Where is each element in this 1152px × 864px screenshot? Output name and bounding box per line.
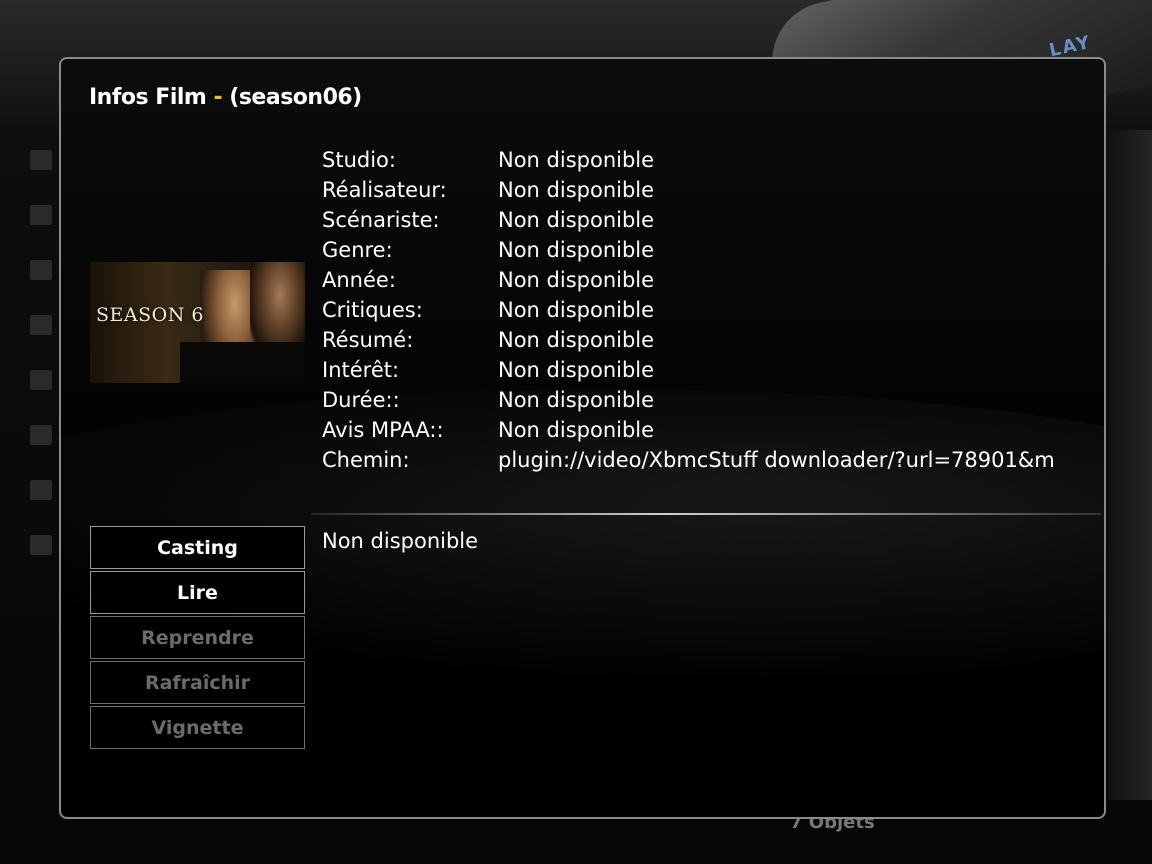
detail-value: plugin://video/XbmcStuff downloader/?url… (498, 448, 1055, 472)
detail-label: Genre: (322, 238, 393, 262)
details-list: Studio: Non disponible Réalisateur: Non … (322, 145, 1082, 475)
detail-label: Chemin: (322, 448, 410, 472)
dialog-title: Infos Film - (season06) (89, 85, 362, 110)
detail-label: Année: (322, 268, 396, 292)
detail-row-interest: Intérêt: Non disponible (322, 355, 1082, 385)
thumbnail-text: SEASON 6 (96, 304, 204, 326)
detail-value: Non disponible (498, 238, 655, 262)
film-strip-decoration (30, 150, 54, 570)
detail-value: Non disponible (498, 388, 655, 412)
thumbnail-image: SEASON 6 (90, 262, 305, 383)
detail-label: Studio: (322, 148, 396, 172)
detail-row-studio: Studio: Non disponible (322, 145, 1082, 175)
detail-row-writer: Scénariste: Non disponible (322, 205, 1082, 235)
detail-row-summary: Résumé: Non disponible (322, 325, 1082, 355)
detail-label: Critiques: (322, 298, 423, 322)
detail-value: Non disponible (498, 328, 655, 352)
detail-value: Non disponible (498, 148, 655, 172)
detail-value: Non disponible (498, 178, 655, 202)
detail-label: Avis MPAA:: (322, 418, 444, 442)
dialog-title-item: (season06) (229, 85, 362, 110)
detail-label: Scénariste: (322, 208, 440, 232)
detail-value: Non disponible (498, 358, 655, 382)
detail-row-reviews: Critiques: Non disponible (322, 295, 1082, 325)
dialog-title-main: Infos Film (89, 85, 207, 110)
detail-value: Non disponible (498, 268, 655, 292)
detail-label: Résumé: (322, 328, 414, 352)
detail-label: Réalisateur: (322, 178, 447, 202)
detail-value: Non disponible (498, 208, 655, 232)
cast-plot-text: Non disponible (322, 529, 479, 553)
thumbnail-button: Vignette (90, 706, 305, 749)
detail-row-genre: Genre: Non disponible (322, 235, 1082, 265)
detail-row-year: Année: Non disponible (322, 265, 1082, 295)
detail-label: Durée:: (322, 388, 400, 412)
dialog-title-separator: - (206, 85, 230, 110)
refresh-button: Rafraîchir (90, 661, 305, 704)
movie-info-dialog: Infos Film - (season06) SEASON 6 Studio:… (59, 57, 1106, 819)
detail-value: Non disponible (498, 298, 655, 322)
detail-label: Intérêt: (322, 358, 400, 382)
background-right-rail (1108, 130, 1152, 800)
resume-button: Reprendre (90, 616, 305, 659)
detail-value: Non disponible (498, 418, 655, 442)
action-buttons: Casting Lire Reprendre Rafraîchir Vignet… (90, 526, 305, 751)
detail-row-mpaa: Avis MPAA:: Non disponible (322, 415, 1082, 445)
detail-row-duration: Durée:: Non disponible (322, 385, 1082, 415)
play-button[interactable]: Lire (90, 571, 305, 614)
section-divider (311, 513, 1101, 515)
detail-row-director: Réalisateur: Non disponible (322, 175, 1082, 205)
detail-row-path: Chemin: plugin://video/XbmcStuff downloa… (322, 445, 1082, 475)
cast-button[interactable]: Casting (90, 526, 305, 569)
